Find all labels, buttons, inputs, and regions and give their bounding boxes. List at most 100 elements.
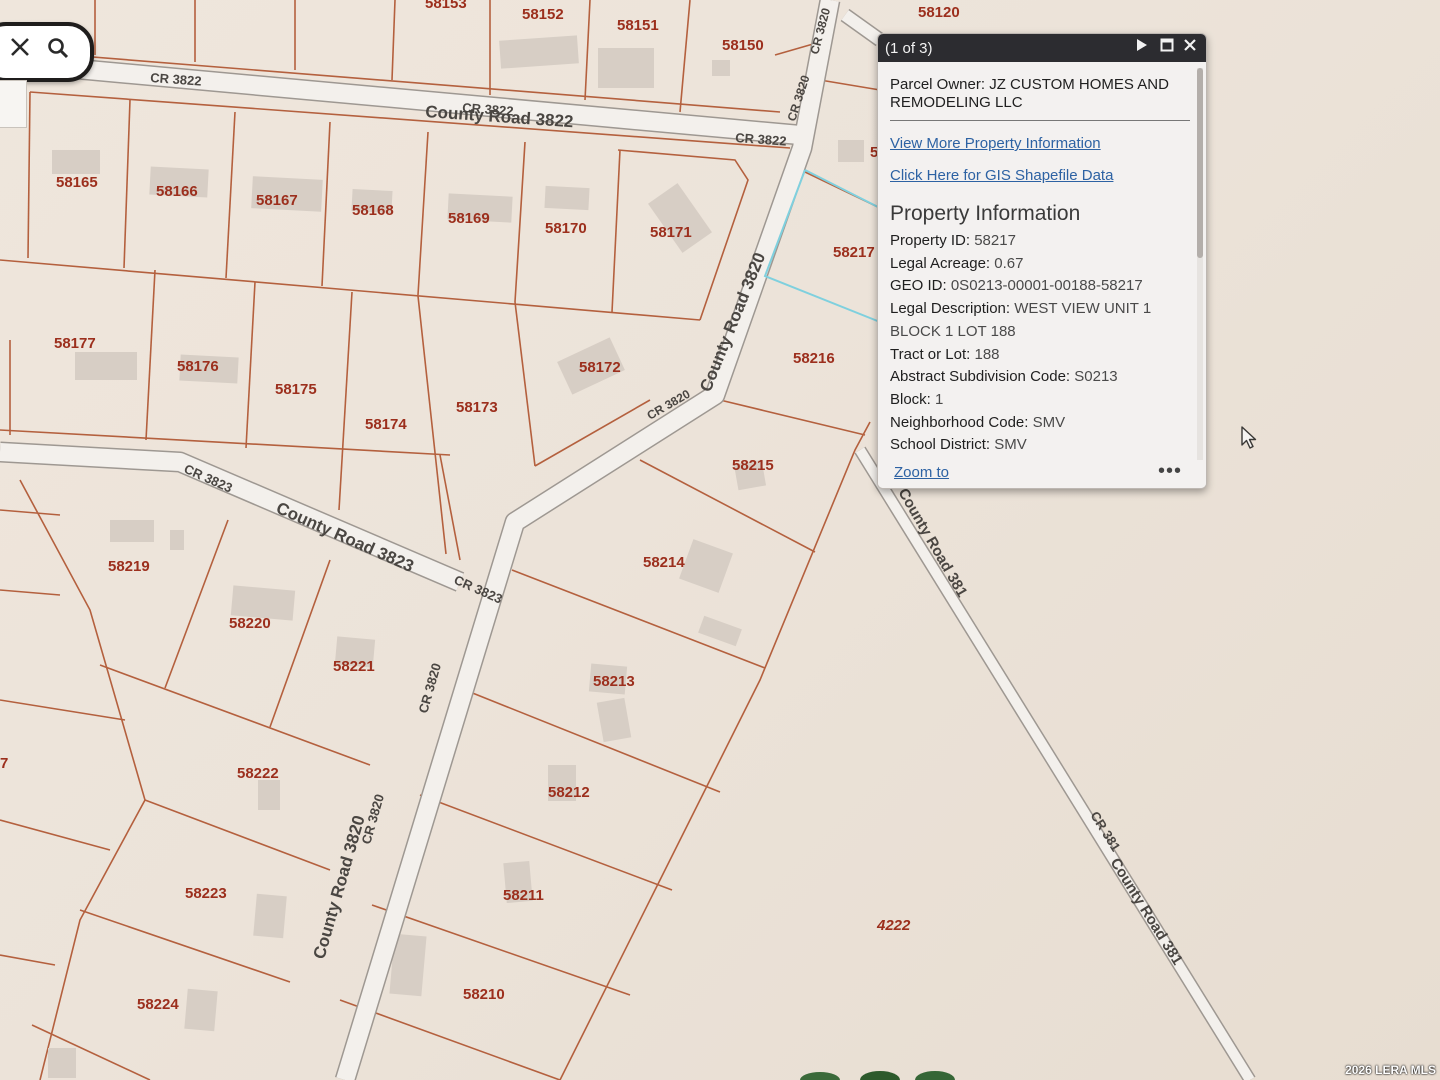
building-footprint bbox=[75, 352, 137, 380]
parcel-label: 58174 bbox=[365, 416, 407, 433]
property-info-heading: Property Information bbox=[890, 202, 1081, 225]
property-field-row: Legal Acreage: 0.67 bbox=[890, 253, 1190, 276]
parcel-boundary-line bbox=[0, 954, 56, 966]
parcel-label: 58171 bbox=[650, 224, 692, 241]
parcel-label: 58176 bbox=[177, 358, 219, 375]
popup-content[interactable]: Parcel Owner: JZ CUSTOM HOMES AND REMODE… bbox=[890, 62, 1190, 462]
property-field-key: GEO ID: bbox=[890, 277, 951, 295]
close-icon[interactable] bbox=[1181, 38, 1199, 58]
parcel-boundary-line bbox=[679, 0, 691, 113]
parcel-label: 58222 bbox=[237, 765, 279, 782]
building-footprint bbox=[698, 615, 742, 647]
parcel-boundary-line bbox=[584, 0, 591, 101]
property-field-key: Legal Description: bbox=[890, 300, 1015, 318]
parcel-label: 4222 bbox=[876, 917, 911, 934]
parcel-label: 58150 bbox=[722, 37, 764, 54]
property-field-row: BLOCK 1 LOT 188 bbox=[890, 321, 1190, 344]
gis-shapefile-link[interactable]: Click Here for GIS Shapefile Data bbox=[890, 167, 1190, 184]
parcel-label: 58175 bbox=[275, 381, 317, 398]
road-surface bbox=[336, 0, 839, 1080]
parcel-boundary-line bbox=[0, 819, 111, 851]
building-footprint bbox=[838, 140, 864, 162]
road-label: County Road 381 bbox=[1107, 855, 1186, 968]
play-next-icon[interactable] bbox=[1133, 38, 1151, 58]
road-label: CR 3822 bbox=[735, 130, 787, 149]
parcel-label: 58211 bbox=[503, 887, 544, 904]
parcel-boundary-line bbox=[514, 141, 526, 303]
parcel-label: 58172 bbox=[579, 359, 621, 376]
parcel-label: 58210 bbox=[463, 986, 505, 1003]
property-field-value: 58217 bbox=[974, 232, 1016, 249]
parcel-boundary-line bbox=[99, 664, 371, 766]
parcel-label: 58166 bbox=[156, 183, 198, 200]
parcel-boundary-line bbox=[559, 421, 871, 1080]
parcel-label: 58214 bbox=[643, 554, 685, 571]
search-icon[interactable] bbox=[46, 36, 70, 60]
parcel-boundary-line bbox=[511, 569, 766, 669]
parcel-label: 58212 bbox=[548, 784, 590, 801]
parcel-owner-title: Parcel Owner: JZ CUSTOM HOMES AND REMODE… bbox=[890, 76, 1190, 121]
building-footprint bbox=[499, 35, 579, 69]
parcel-label: 58223 bbox=[185, 885, 227, 902]
parcel-boundary-line bbox=[391, 0, 396, 81]
map-viewport[interactable]: 58153 58152 58151 58150 58120 58165 58166 58167… bbox=[0, 0, 1440, 1080]
property-field-value: 1 bbox=[935, 390, 944, 408]
building-footprint bbox=[712, 60, 730, 76]
more-options-button[interactable]: ••• bbox=[1158, 460, 1182, 483]
property-field-row: Block: 1 bbox=[890, 389, 1190, 412]
property-field-key: Tract or Lot: bbox=[890, 345, 975, 363]
parcel-boundary-line bbox=[419, 794, 673, 891]
property-field-key: Block: bbox=[890, 390, 936, 408]
property-field-row: Abstract Subdivision Code: S0213 bbox=[890, 366, 1190, 389]
parcel-boundary-line bbox=[719, 399, 866, 436]
property-field-row: GEO ID: 0S0213-00001-00188-58217 bbox=[890, 275, 1190, 298]
parcel-boundary-line bbox=[145, 269, 156, 441]
parcel-label: 58153 bbox=[425, 0, 467, 12]
zoom-to-link[interactable]: Zoom to bbox=[894, 464, 949, 481]
parcel-map[interactable]: 58153 58152 58151 58150 58120 58165 58166 58167… bbox=[0, 0, 1440, 1080]
parcel-boundary-line bbox=[0, 509, 61, 516]
property-field-value: 0S0213-00001-00188-58217 bbox=[950, 277, 1143, 295]
parcel-boundary-line bbox=[439, 454, 461, 561]
parcel-boundary-line bbox=[123, 99, 131, 269]
search-widget[interactable] bbox=[0, 22, 94, 82]
popup-header: (1 of 3) bbox=[878, 34, 1206, 62]
building-footprint bbox=[48, 1048, 76, 1078]
parcel-label: 58173 bbox=[456, 399, 498, 416]
mls-watermark: 2026 LERA MLS bbox=[1345, 1063, 1436, 1077]
popup-feature-count: (1 of 3) bbox=[885, 40, 933, 57]
parcel-boundary-line bbox=[639, 459, 816, 553]
building-footprint bbox=[258, 780, 280, 810]
building-footprint bbox=[596, 697, 632, 743]
parcel-label: 58170 bbox=[545, 220, 587, 237]
parcel-label: 7 bbox=[0, 755, 8, 772]
view-more-property-link[interactable]: View More Property Information bbox=[890, 135, 1190, 152]
maximize-icon[interactable] bbox=[1158, 38, 1176, 58]
parcel-boundary-line bbox=[514, 301, 536, 467]
building-footprint bbox=[544, 185, 590, 211]
road-edge bbox=[334, 0, 841, 1080]
building-footprint bbox=[110, 520, 154, 542]
parcel-label: 58167 bbox=[256, 192, 298, 209]
property-field-row: Tract or Lot: 188 bbox=[890, 344, 1190, 367]
property-field-key: Property ID: bbox=[890, 232, 975, 249]
parcel-label: 58215 bbox=[732, 457, 774, 474]
parcel-boundary-line bbox=[0, 699, 126, 721]
building-footprint bbox=[253, 893, 287, 939]
parcel-boundary-line bbox=[819, 79, 881, 91]
parcel-label: 58177 bbox=[54, 335, 96, 352]
close-icon[interactable] bbox=[8, 36, 32, 60]
parcel-boundary-line bbox=[417, 295, 447, 555]
property-field-row: School District: SMV bbox=[890, 434, 1190, 457]
popup-scrollbar-thumb[interactable] bbox=[1197, 68, 1203, 258]
property-field-value: 188 bbox=[974, 345, 1000, 363]
parcel-label: 58168 bbox=[352, 202, 394, 219]
parcel-boundary-line bbox=[269, 559, 331, 728]
parcel-boundary-line bbox=[144, 799, 331, 871]
search-results-tab[interactable] bbox=[0, 80, 27, 128]
parcel-boundary-line bbox=[27, 91, 31, 259]
parcel-boundary-line bbox=[225, 111, 236, 279]
road-surface bbox=[855, 447, 1255, 1080]
parcel-label: 58152 bbox=[522, 6, 564, 23]
building-footprint bbox=[648, 183, 712, 253]
